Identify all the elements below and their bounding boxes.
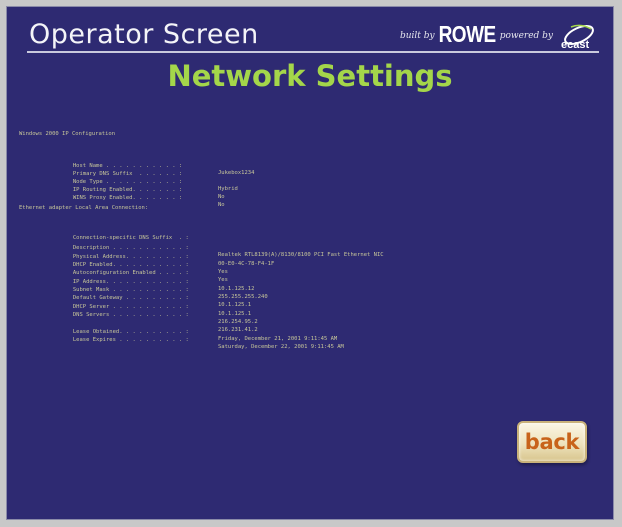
network-settings-output: Windows 2000 IP Configuration Host Name … — [7, 127, 613, 350]
setting-value: No — [218, 202, 225, 209]
ecast-logo-text: ecast — [561, 39, 590, 51]
rowe-logo: ROWE — [438, 22, 497, 48]
setting-value: 255.255.255.240 — [218, 294, 268, 301]
setting-value: No — [218, 194, 225, 201]
setting-row: Lease Expires . . . . . . . . . . : Satu… — [53, 329, 344, 360]
setting-value: Yes — [218, 277, 228, 284]
setting-value: Realtek RTL8139(A)/8130/8100 PCI Fast Et… — [218, 252, 384, 259]
brand-built-by: built by — [399, 31, 435, 41]
section-title: Windows 2000 IP Configuration — [19, 131, 116, 137]
setting-value: 10.1.125.1 — [218, 311, 252, 318]
setting-value: Yes — [218, 269, 228, 276]
header-divider — [27, 51, 599, 53]
setting-value: Saturday, December 22, 2001 9:11:45 AM — [218, 344, 344, 351]
page-title: Network Settings — [167, 59, 453, 93]
setting-value: 10.1.125.1 — [218, 302, 252, 309]
setting-value: Friday, December 21, 2001 9:11:45 AM — [218, 336, 338, 343]
setting-row: WINS Proxy Enabled. . . . . . . : No — [53, 187, 225, 218]
operator-screen: Operator Screen built by ROWE powered by… — [6, 6, 614, 520]
setting-value: 216.231.41.2 — [218, 327, 258, 334]
header-title: Operator Screen — [29, 19, 259, 50]
brand-logos: built by ROWE powered by ecast — [400, 21, 597, 51]
back-button[interactable]: back — [517, 421, 587, 463]
section-title: Ethernet adapter Local Area Connection: — [19, 205, 149, 211]
setting-label: DNS Servers . . . . . . . . . . . : — [72, 311, 189, 318]
setting-label: Lease Expires . . . . . . . . . . : — [72, 336, 189, 343]
setting-value: Hybrid — [218, 186, 238, 193]
setting-value: 00-E0-4C-78-F4-1F — [218, 261, 275, 268]
setting-value: 10.1.125.12 — [218, 286, 255, 293]
brand-powered-by: powered by — [499, 31, 553, 41]
ecast-logo-icon: ecast — [557, 21, 597, 51]
setting-value: 216.254.95.2 — [218, 319, 258, 326]
setting-label: WINS Proxy Enabled. . . . . . . : — [72, 194, 183, 201]
setting-value: Jukebox1234 — [218, 170, 255, 177]
back-button-label: back — [524, 430, 580, 454]
